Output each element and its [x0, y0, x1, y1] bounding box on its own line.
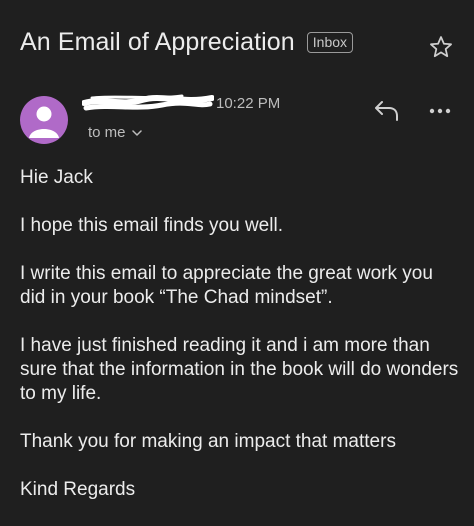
greeting-line: Hie Jack: [20, 167, 93, 188]
more-horizontal-icon[interactable]: [426, 100, 454, 122]
recipient-toggle[interactable]: to me: [88, 124, 142, 141]
subject-row: An Email of Appreciation Inbox: [20, 22, 458, 62]
chevron-down-icon: [131, 129, 142, 136]
reply-icon[interactable]: [372, 98, 402, 124]
body-paragraph: I have just finished reading it and i am…: [20, 335, 459, 404]
message-time: 10:22 PM: [216, 95, 281, 112]
recipient-label: to me: [88, 124, 126, 141]
inbox-label-chip[interactable]: Inbox: [306, 31, 354, 53]
email-body: Hie Jack I hope this email finds you wel…: [20, 166, 460, 526]
sign-off: Kind Regards: [20, 479, 136, 500]
person-icon: [29, 106, 59, 138]
email-subject: An Email of Appreciation: [20, 27, 295, 56]
sender-avatar[interactable]: [20, 96, 68, 144]
body-paragraph: Thank you for making an impact that matt…: [20, 431, 396, 452]
star-icon[interactable]: [428, 34, 454, 60]
body-paragraph: I hope this email finds you well.: [20, 215, 283, 236]
sender-name-redacted: [82, 94, 214, 111]
body-paragraph: I write this email to appreciate the gre…: [20, 263, 433, 308]
